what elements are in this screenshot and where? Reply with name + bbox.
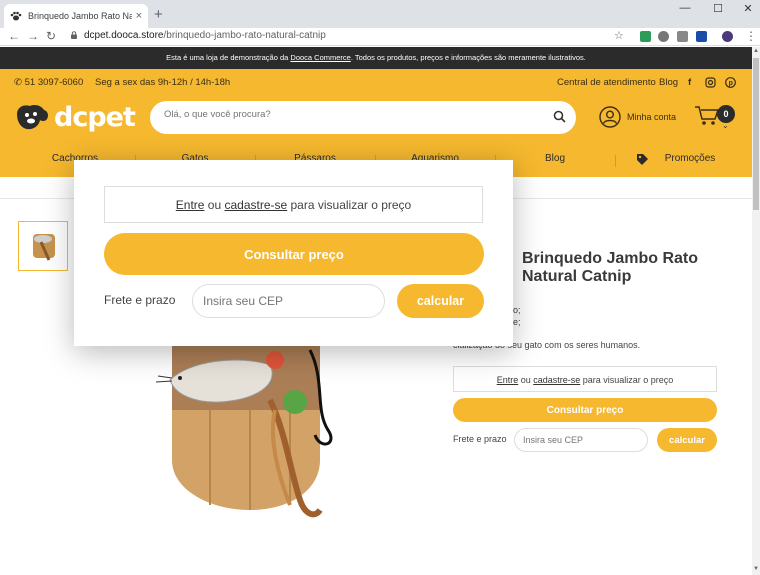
nav-item-promocoes[interactable]: Promoções bbox=[630, 153, 750, 164]
facebook-icon[interactable]: f bbox=[688, 77, 691, 88]
address-bar[interactable]: dcpet.dooca.store/brinquedo-jambo-rato-n… bbox=[84, 30, 326, 41]
site-logo[interactable]: dcpet bbox=[14, 101, 136, 133]
support-link[interactable]: Central de atendimento bbox=[557, 77, 656, 88]
calculate-shipping-button[interactable]: calcular bbox=[657, 428, 717, 452]
product-thumbnail[interactable] bbox=[18, 221, 68, 271]
product-main-image bbox=[155, 340, 333, 518]
popup-login-prompt: Entre ou cadastre-se para visualizar o p… bbox=[104, 186, 483, 223]
cart-icon[interactable] bbox=[694, 105, 720, 127]
blog-link[interactable]: Blog bbox=[659, 77, 678, 88]
pinterest-icon[interactable]: p bbox=[725, 77, 736, 88]
search-box bbox=[150, 101, 576, 134]
back-arrow-icon[interactable]: ← bbox=[8, 29, 20, 43]
minimize-icon[interactable]: — bbox=[670, 2, 700, 14]
shipping-label: Frete e prazo bbox=[453, 434, 507, 444]
popup-login-link[interactable]: Entre bbox=[176, 198, 205, 212]
logo-text: dcpet bbox=[54, 101, 136, 133]
popup-calculate-button[interactable]: calcular bbox=[397, 284, 484, 318]
tab-close-icon[interactable]: × bbox=[136, 10, 142, 22]
close-window-icon[interactable]: ✕ bbox=[733, 2, 760, 15]
tab-title: Brinquedo Jambo Rato Natural Catnip bbox=[28, 11, 132, 21]
menu-kebab-icon[interactable]: ⋮ bbox=[745, 29, 757, 43]
popup-consult-price-button[interactable]: Consultar preço bbox=[104, 233, 484, 275]
account-label: Minha conta bbox=[627, 112, 677, 122]
phone-icon: ✆ bbox=[14, 77, 22, 88]
popup-register-link[interactable]: cadastre-se bbox=[224, 198, 287, 212]
search-icon[interactable] bbox=[553, 110, 566, 123]
instagram-icon[interactable] bbox=[705, 77, 716, 88]
browser-toolbar: ← → ↻ dcpet.dooca.store/brinquedo-jambo-… bbox=[0, 28, 760, 46]
lock-icon bbox=[71, 31, 77, 39]
demo-notice-bar: Esta é uma loja de demonstração da Dooca… bbox=[0, 47, 752, 69]
price-popup: Entre ou cadastre-se para visualizar o p… bbox=[74, 160, 513, 346]
account-link[interactable]: Minha conta bbox=[599, 106, 676, 128]
reload-icon[interactable]: ↻ bbox=[46, 29, 56, 43]
consult-price-button[interactable]: Consultar preço bbox=[453, 398, 717, 422]
product-title: Brinquedo Jambo Rato Natural Catnip bbox=[522, 250, 699, 285]
scroll-down-arrow-icon[interactable]: ▼ bbox=[752, 566, 760, 572]
dog-logo-icon bbox=[17, 105, 48, 130]
popup-cep-input[interactable] bbox=[192, 284, 385, 318]
dooca-commerce-link[interactable]: Dooca Commerce bbox=[290, 53, 350, 62]
new-tab-button[interactable]: + bbox=[154, 6, 163, 23]
login-link[interactable]: Entre bbox=[497, 375, 519, 385]
bookmark-star-icon[interactable]: ☆ bbox=[614, 29, 624, 42]
popup-shipping-label: Frete e prazo bbox=[104, 293, 176, 307]
profile-avatar-icon[interactable] bbox=[722, 31, 733, 42]
svg-text:p: p bbox=[729, 80, 733, 87]
extension-icon[interactable] bbox=[696, 31, 707, 42]
camera-extension-icon[interactable] bbox=[677, 31, 688, 42]
cep-input[interactable] bbox=[514, 428, 648, 452]
register-link[interactable]: cadastre-se bbox=[533, 375, 580, 385]
paw-favicon-icon bbox=[10, 11, 22, 21]
forward-arrow-icon[interactable]: → bbox=[27, 29, 39, 43]
scroll-up-arrow-icon[interactable]: ▲ bbox=[752, 48, 760, 54]
browser-tab[interactable]: Brinquedo Jambo Rato Natural Catnip × bbox=[4, 4, 148, 28]
nav-item-blog[interactable]: Blog bbox=[495, 153, 615, 164]
search-input[interactable] bbox=[164, 109, 544, 120]
product-thumbnail-image bbox=[33, 234, 55, 261]
maximize-icon[interactable]: ☐ bbox=[703, 2, 733, 15]
extension-icon[interactable] bbox=[640, 31, 651, 42]
user-icon bbox=[599, 106, 621, 128]
phone-info: ✆ 51 3097-6060 bbox=[14, 77, 84, 88]
chevron-down-icon[interactable]: ⌄ bbox=[722, 121, 729, 130]
login-prompt-box: Entre ou cadastre-se para visualizar o p… bbox=[453, 366, 717, 392]
nav-divider bbox=[615, 155, 616, 167]
extension-icon[interactable] bbox=[658, 31, 669, 42]
business-hours: Seg a sex das 9h-12h / 14h-18h bbox=[95, 77, 231, 88]
browser-tabstrip: Brinquedo Jambo Rato Natural Catnip × + … bbox=[0, 0, 760, 28]
scrollbar-thumb[interactable] bbox=[753, 58, 759, 210]
